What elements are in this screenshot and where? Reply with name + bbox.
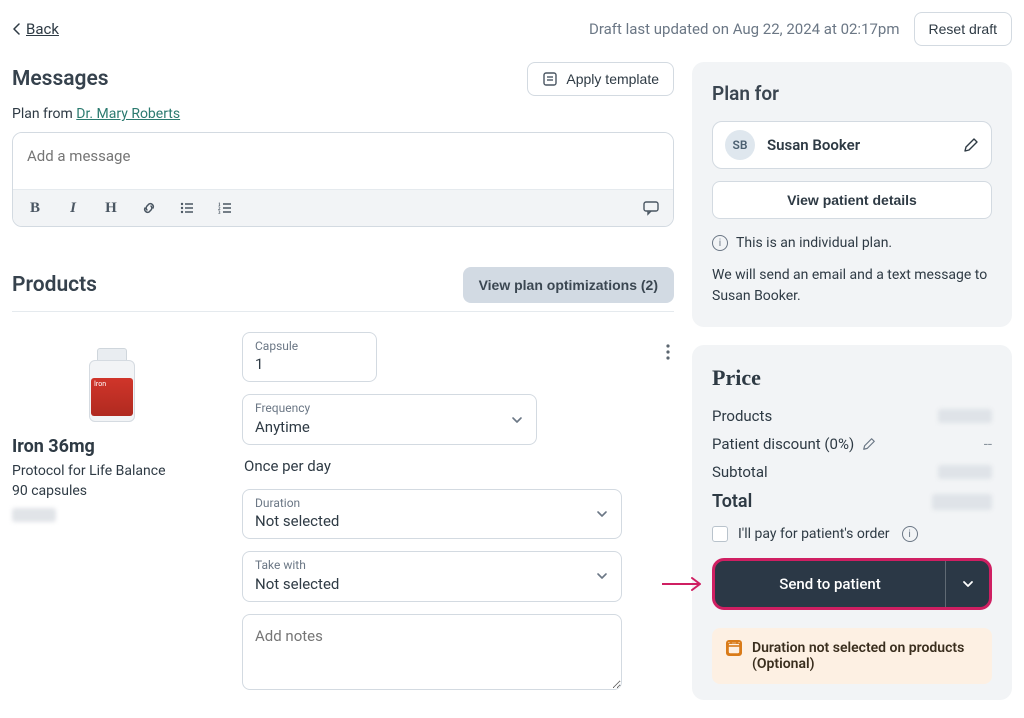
product-brand: Protocol for Life Balance <box>12 461 212 481</box>
avatar: SB <box>725 130 755 160</box>
pencil-icon[interactable] <box>963 137 979 153</box>
capsule-field[interactable]: Capsule 1 <box>242 332 377 382</box>
price-products-amount-blurred <box>938 409 992 423</box>
patient-name: Susan Booker <box>767 136 951 154</box>
link-icon[interactable] <box>137 196 161 220</box>
product-price-blurred <box>12 508 56 522</box>
info-icon[interactable]: i <box>902 526 918 542</box>
once-per-day: Once per day <box>244 457 674 475</box>
pencil-icon[interactable] <box>862 437 876 451</box>
send-dropdown-button[interactable] <box>945 561 989 607</box>
duration-warning-text: Duration not selected on products (Optio… <box>752 640 978 672</box>
divider <box>12 311 674 312</box>
duration-label: Duration <box>255 496 609 510</box>
patient-chip[interactable]: SB Susan Booker <box>712 121 992 169</box>
duration-value: Not selected <box>255 512 609 530</box>
take-with-label: Take with <box>255 558 609 572</box>
take-with-field[interactable]: Take with Not selected <box>242 551 622 601</box>
price-panel: Price Products Patient discount (0%) -- … <box>692 345 1012 700</box>
checkbox-icon <box>712 526 728 542</box>
template-icon <box>542 71 558 87</box>
duration-field[interactable]: Duration Not selected <box>242 489 622 539</box>
individual-plan-note: This is an individual plan. <box>736 235 892 251</box>
bold-icon[interactable]: B <box>23 196 47 220</box>
pay-for-order-checkbox[interactable]: I'll pay for patient's order i <box>712 526 992 542</box>
price-products-label: Products <box>712 407 938 425</box>
apply-template-button[interactable]: Apply template <box>527 62 674 96</box>
price-discount-value: -- <box>984 435 992 453</box>
italic-icon[interactable]: I <box>61 196 85 220</box>
frequency-field[interactable]: Frequency Anytime <box>242 394 537 444</box>
notes-input[interactable] <box>242 614 622 690</box>
apply-template-label: Apply template <box>566 71 659 87</box>
calendar-warning-icon <box>726 640 742 656</box>
comment-icon[interactable] <box>639 196 663 220</box>
capsule-value: 1 <box>255 355 364 373</box>
product-image: Iron <box>77 332 147 422</box>
send-notification-note: We will send an email and a text message… <box>712 265 992 307</box>
svg-text:3: 3 <box>218 211 221 216</box>
plan-from: Plan from Dr. Mary Roberts <box>12 106 674 122</box>
product-name: Iron 36mg <box>12 436 212 457</box>
price-total-amount-blurred <box>932 494 992 510</box>
more-icon[interactable] <box>654 338 682 366</box>
view-optimizations-button[interactable]: View plan optimizations (2) <box>463 267 674 303</box>
back-link[interactable]: Back <box>12 20 59 38</box>
chevron-down-icon <box>595 569 609 583</box>
bullet-list-icon[interactable] <box>175 196 199 220</box>
message-toolbar: B I H 123 <box>13 189 673 226</box>
plan-for-heading: Plan for <box>712 82 992 105</box>
price-subtotal-amount-blurred <box>938 465 992 479</box>
heading-icon[interactable]: H <box>99 196 123 220</box>
pay-for-order-label: I'll pay for patient's order <box>738 526 890 542</box>
products-heading: Products <box>12 273 97 297</box>
back-label: Back <box>26 20 59 38</box>
info-icon: i <box>712 235 728 251</box>
price-heading: Price <box>712 365 992 391</box>
chevron-down-icon <box>510 413 524 427</box>
capsule-label: Capsule <box>255 339 364 353</box>
take-with-value: Not selected <box>255 575 609 593</box>
reset-draft-button[interactable]: Reset draft <box>914 12 1012 46</box>
doctor-link[interactable]: Dr. Mary Roberts <box>76 106 180 122</box>
draft-timestamp: Draft last updated on Aug 22, 2024 at 02… <box>589 20 900 38</box>
view-patient-details-button[interactable]: View patient details <box>712 181 992 219</box>
messages-heading: Messages <box>12 67 109 91</box>
frequency-label: Frequency <box>255 401 524 415</box>
send-to-patient-button[interactable]: Send to patient <box>715 561 945 607</box>
price-discount-label: Patient discount (0%) <box>712 435 854 453</box>
product-size: 90 capsules <box>12 481 212 501</box>
chevron-down-icon <box>595 507 609 521</box>
numbered-list-icon[interactable]: 123 <box>213 196 237 220</box>
price-subtotal-label: Subtotal <box>712 463 938 481</box>
price-total-label: Total <box>712 491 932 512</box>
plan-for-panel: Plan for SB Susan Booker View patient de… <box>692 62 1012 327</box>
frequency-value: Anytime <box>255 418 524 436</box>
message-input[interactable] <box>13 133 673 185</box>
duration-warning: Duration not selected on products (Optio… <box>712 628 992 684</box>
chevron-left-icon <box>12 23 22 35</box>
